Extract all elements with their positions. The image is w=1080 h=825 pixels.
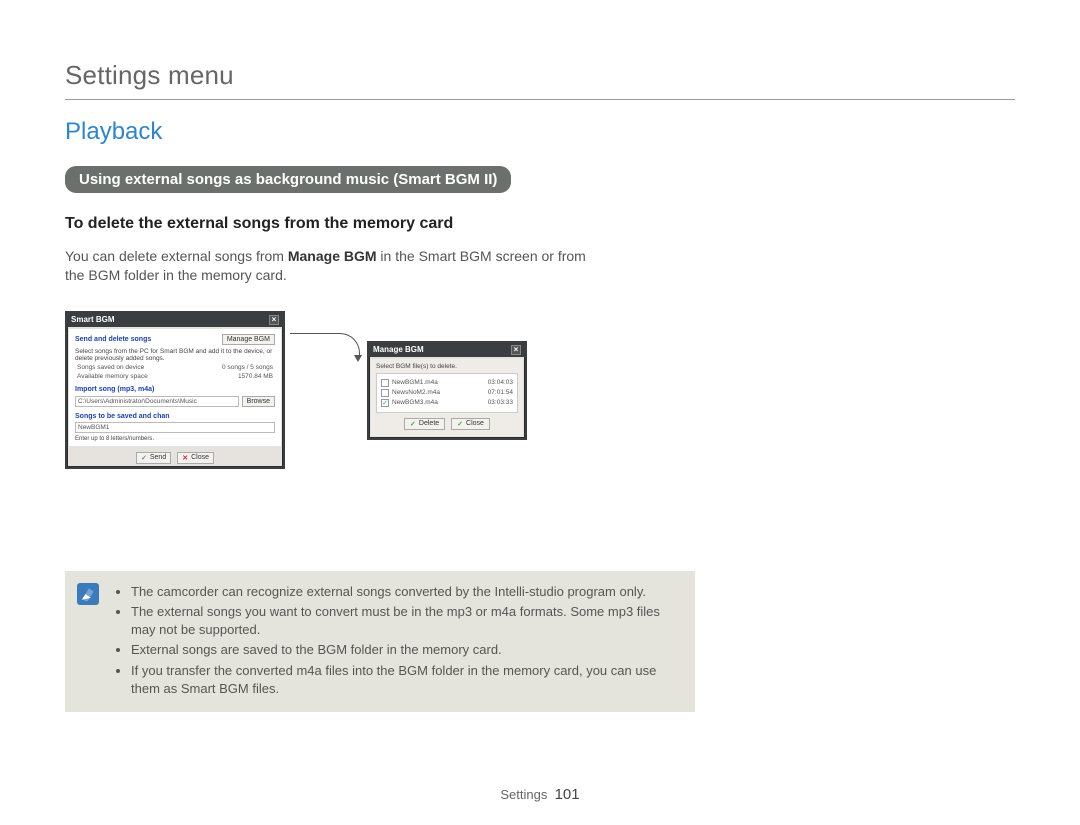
check-icon: ✓ [410, 420, 416, 428]
section-title: Playback [65, 118, 1015, 146]
checkbox-icon[interactable] [381, 389, 389, 397]
path-input[interactable] [75, 396, 239, 407]
memory-space-label: Available memory space [77, 373, 148, 380]
note-icon [77, 583, 99, 605]
close-x-icon: ✕ [182, 454, 188, 462]
file-name: NewBGM1.m4a [392, 379, 438, 386]
close-button[interactable]: ✓Close [451, 418, 490, 430]
note-item: The camcorder can recognize external son… [131, 583, 679, 601]
rename-hint: Enter up to 8 letters/numbers. [75, 436, 275, 442]
close-label: Close [191, 454, 209, 461]
songs-on-device-value: 0 songs / 5 songs [222, 364, 273, 371]
file-duration: 03:03:33 [488, 399, 513, 406]
checkbox-icon[interactable] [381, 379, 389, 387]
file-duration: 03:04:03 [488, 379, 513, 386]
list-item[interactable]: NewsNoM2.m4a 07:01:54 [381, 389, 513, 397]
window-titlebar: Smart BGM × [67, 313, 283, 327]
songs-on-device-label: Songs saved on device [77, 364, 144, 371]
manage-bgm-button[interactable]: Manage BGM [222, 334, 275, 345]
file-list: NewBGM1.m4a 03:04:03 NewsNoM2.m4a 07:01:… [376, 373, 518, 413]
check-icon: ✓ [457, 420, 463, 428]
screenshot-area: Smart BGM × Send and delete songs Manage… [65, 311, 585, 531]
delete-button[interactable]: ✓Delete [404, 418, 445, 430]
close-label: Close [466, 420, 484, 427]
topic-pill: Using external songs as background music… [65, 166, 511, 193]
send-label: Send [150, 454, 166, 461]
manage-bgm-window: Manage BGM × Select BGM file(s) to delet… [367, 341, 527, 440]
window-title: Manage BGM [373, 345, 424, 354]
browse-button[interactable]: Browse [242, 396, 275, 407]
body-bold: Manage BGM [288, 248, 377, 264]
window-description: Select songs from the PC for Smart BGM a… [75, 348, 275, 362]
close-icon[interactable]: × [269, 315, 279, 325]
list-item[interactable]: ✓NewBGM3.m4a 03:03:33 [381, 399, 513, 407]
note-list: The camcorder can recognize external son… [113, 583, 679, 700]
send-delete-label: Send and delete songs [75, 336, 151, 343]
send-button[interactable]: ✓Send [136, 452, 171, 464]
close-icon[interactable]: × [511, 345, 521, 355]
memory-space-value: 1570.84 MB [238, 373, 273, 380]
delete-label: Delete [419, 420, 439, 427]
rename-section-label: Songs to be saved and chan [75, 413, 275, 420]
window-titlebar: Manage BGM × [369, 343, 525, 357]
page-footer: Settings 101 [0, 786, 1080, 803]
close-button[interactable]: ✕Close [177, 452, 214, 464]
note-item: External songs are saved to the BGM fold… [131, 641, 679, 659]
select-hint: Select BGM file(s) to delete. [376, 363, 518, 370]
check-icon: ✓ [141, 454, 147, 462]
import-song-label: Import song (mp3, m4a) [75, 386, 275, 393]
list-item[interactable]: NewBGM1.m4a 03:04:03 [381, 379, 513, 387]
file-name: NewsNoM2.m4a [392, 389, 440, 396]
note-block: The camcorder can recognize external son… [65, 571, 695, 712]
window-title: Smart BGM [71, 315, 115, 324]
body-pre: You can delete external songs from [65, 248, 288, 264]
subheading: To delete the external songs from the me… [65, 215, 1015, 233]
checkbox-icon[interactable]: ✓ [381, 399, 389, 407]
arrow-icon [290, 331, 370, 371]
note-item: The external songs you want to convert m… [131, 603, 679, 639]
page-number: 101 [555, 786, 580, 803]
file-name: NewBGM3.m4a [392, 399, 438, 406]
note-item: If you transfer the converted m4a files … [131, 662, 679, 698]
file-duration: 07:01:54 [488, 389, 513, 396]
rename-input[interactable] [75, 422, 275, 433]
body-paragraph: You can delete external songs from Manag… [65, 247, 605, 285]
smart-bgm-window: Smart BGM × Send and delete songs Manage… [65, 311, 285, 469]
divider [65, 99, 1015, 100]
page-title: Settings menu [65, 60, 1015, 91]
footer-label: Settings [500, 787, 547, 802]
